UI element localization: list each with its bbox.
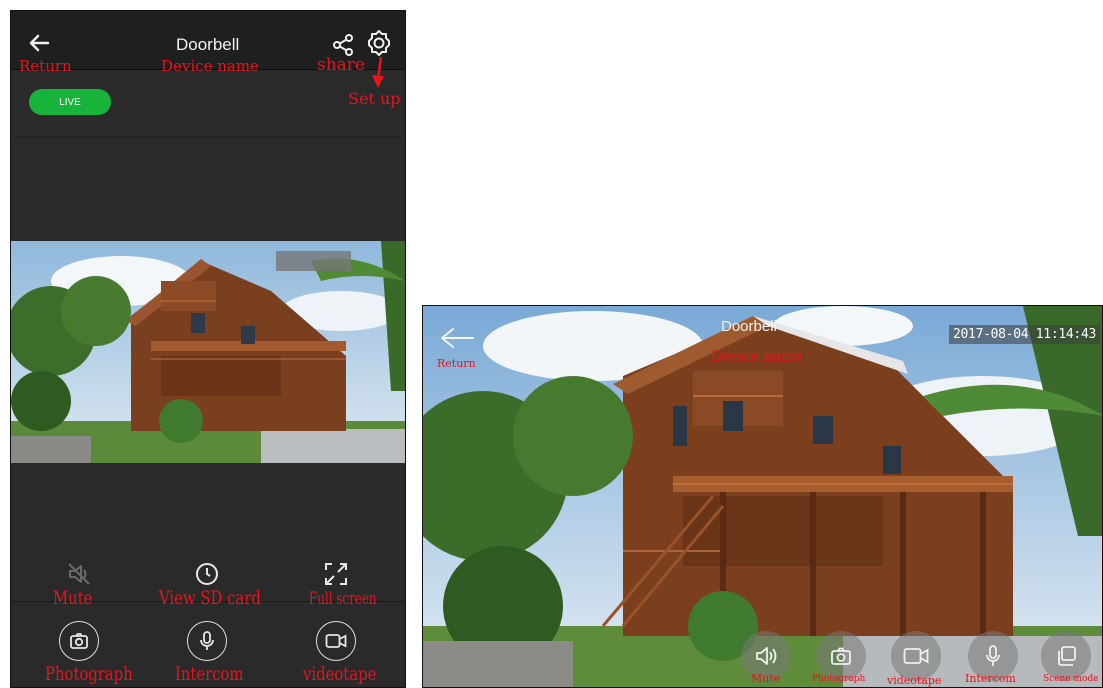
annotation-mute: Mute: [53, 587, 93, 609]
annotation-device-name: Device name: [161, 57, 259, 75]
annotation-set-up: Set up: [348, 89, 401, 108]
annotation-photograph: Photograph: [812, 674, 866, 684]
annotation-mute: Mute: [751, 672, 781, 685]
annotation-arrow: [372, 56, 384, 88]
annotation-device-name: Device name: [711, 349, 803, 365]
microphone-icon[interactable]: [187, 621, 227, 661]
device-title: Doorbell: [721, 318, 777, 335]
annotation-intercom: Intercom: [175, 663, 244, 685]
divider: [11, 136, 405, 137]
camera-icon[interactable]: [59, 621, 99, 661]
timestamp: 2017-08-04 11:14:43: [948, 325, 1100, 344]
portrait-screen: Doorbell Return Device name share Set up…: [10, 10, 406, 688]
settings-gear-icon[interactable]: [364, 28, 394, 58]
landscape-screen: Doorbell 2017-08-04 11:14:43 Return Devi…: [422, 305, 1103, 688]
annotation-return: Return: [437, 357, 476, 370]
annotation-videotape: videotape: [887, 674, 942, 687]
back-arrow-icon[interactable]: [25, 31, 53, 55]
annotation-share: share: [317, 55, 365, 75]
video-preview[interactable]: [11, 241, 405, 463]
annotation-full-screen: Full screen: [309, 589, 377, 609]
back-arrow-icon[interactable]: [437, 324, 477, 352]
device-title: Doorbell: [176, 35, 240, 54]
annotation-return: Return: [19, 57, 72, 75]
annotation-intercom: Intercom: [965, 672, 1016, 685]
annotation-view-sd-card: View SD card: [159, 587, 261, 609]
annotation-videotape: videotape: [303, 663, 377, 685]
fullscreen-icon[interactable]: [316, 554, 356, 594]
annotation-photograph: Photograph: [45, 663, 133, 685]
annotation-scene-mode: Scene mode: [1043, 674, 1099, 684]
video-camera-icon[interactable]: [316, 621, 356, 661]
live-badge: LIVE: [29, 89, 111, 115]
